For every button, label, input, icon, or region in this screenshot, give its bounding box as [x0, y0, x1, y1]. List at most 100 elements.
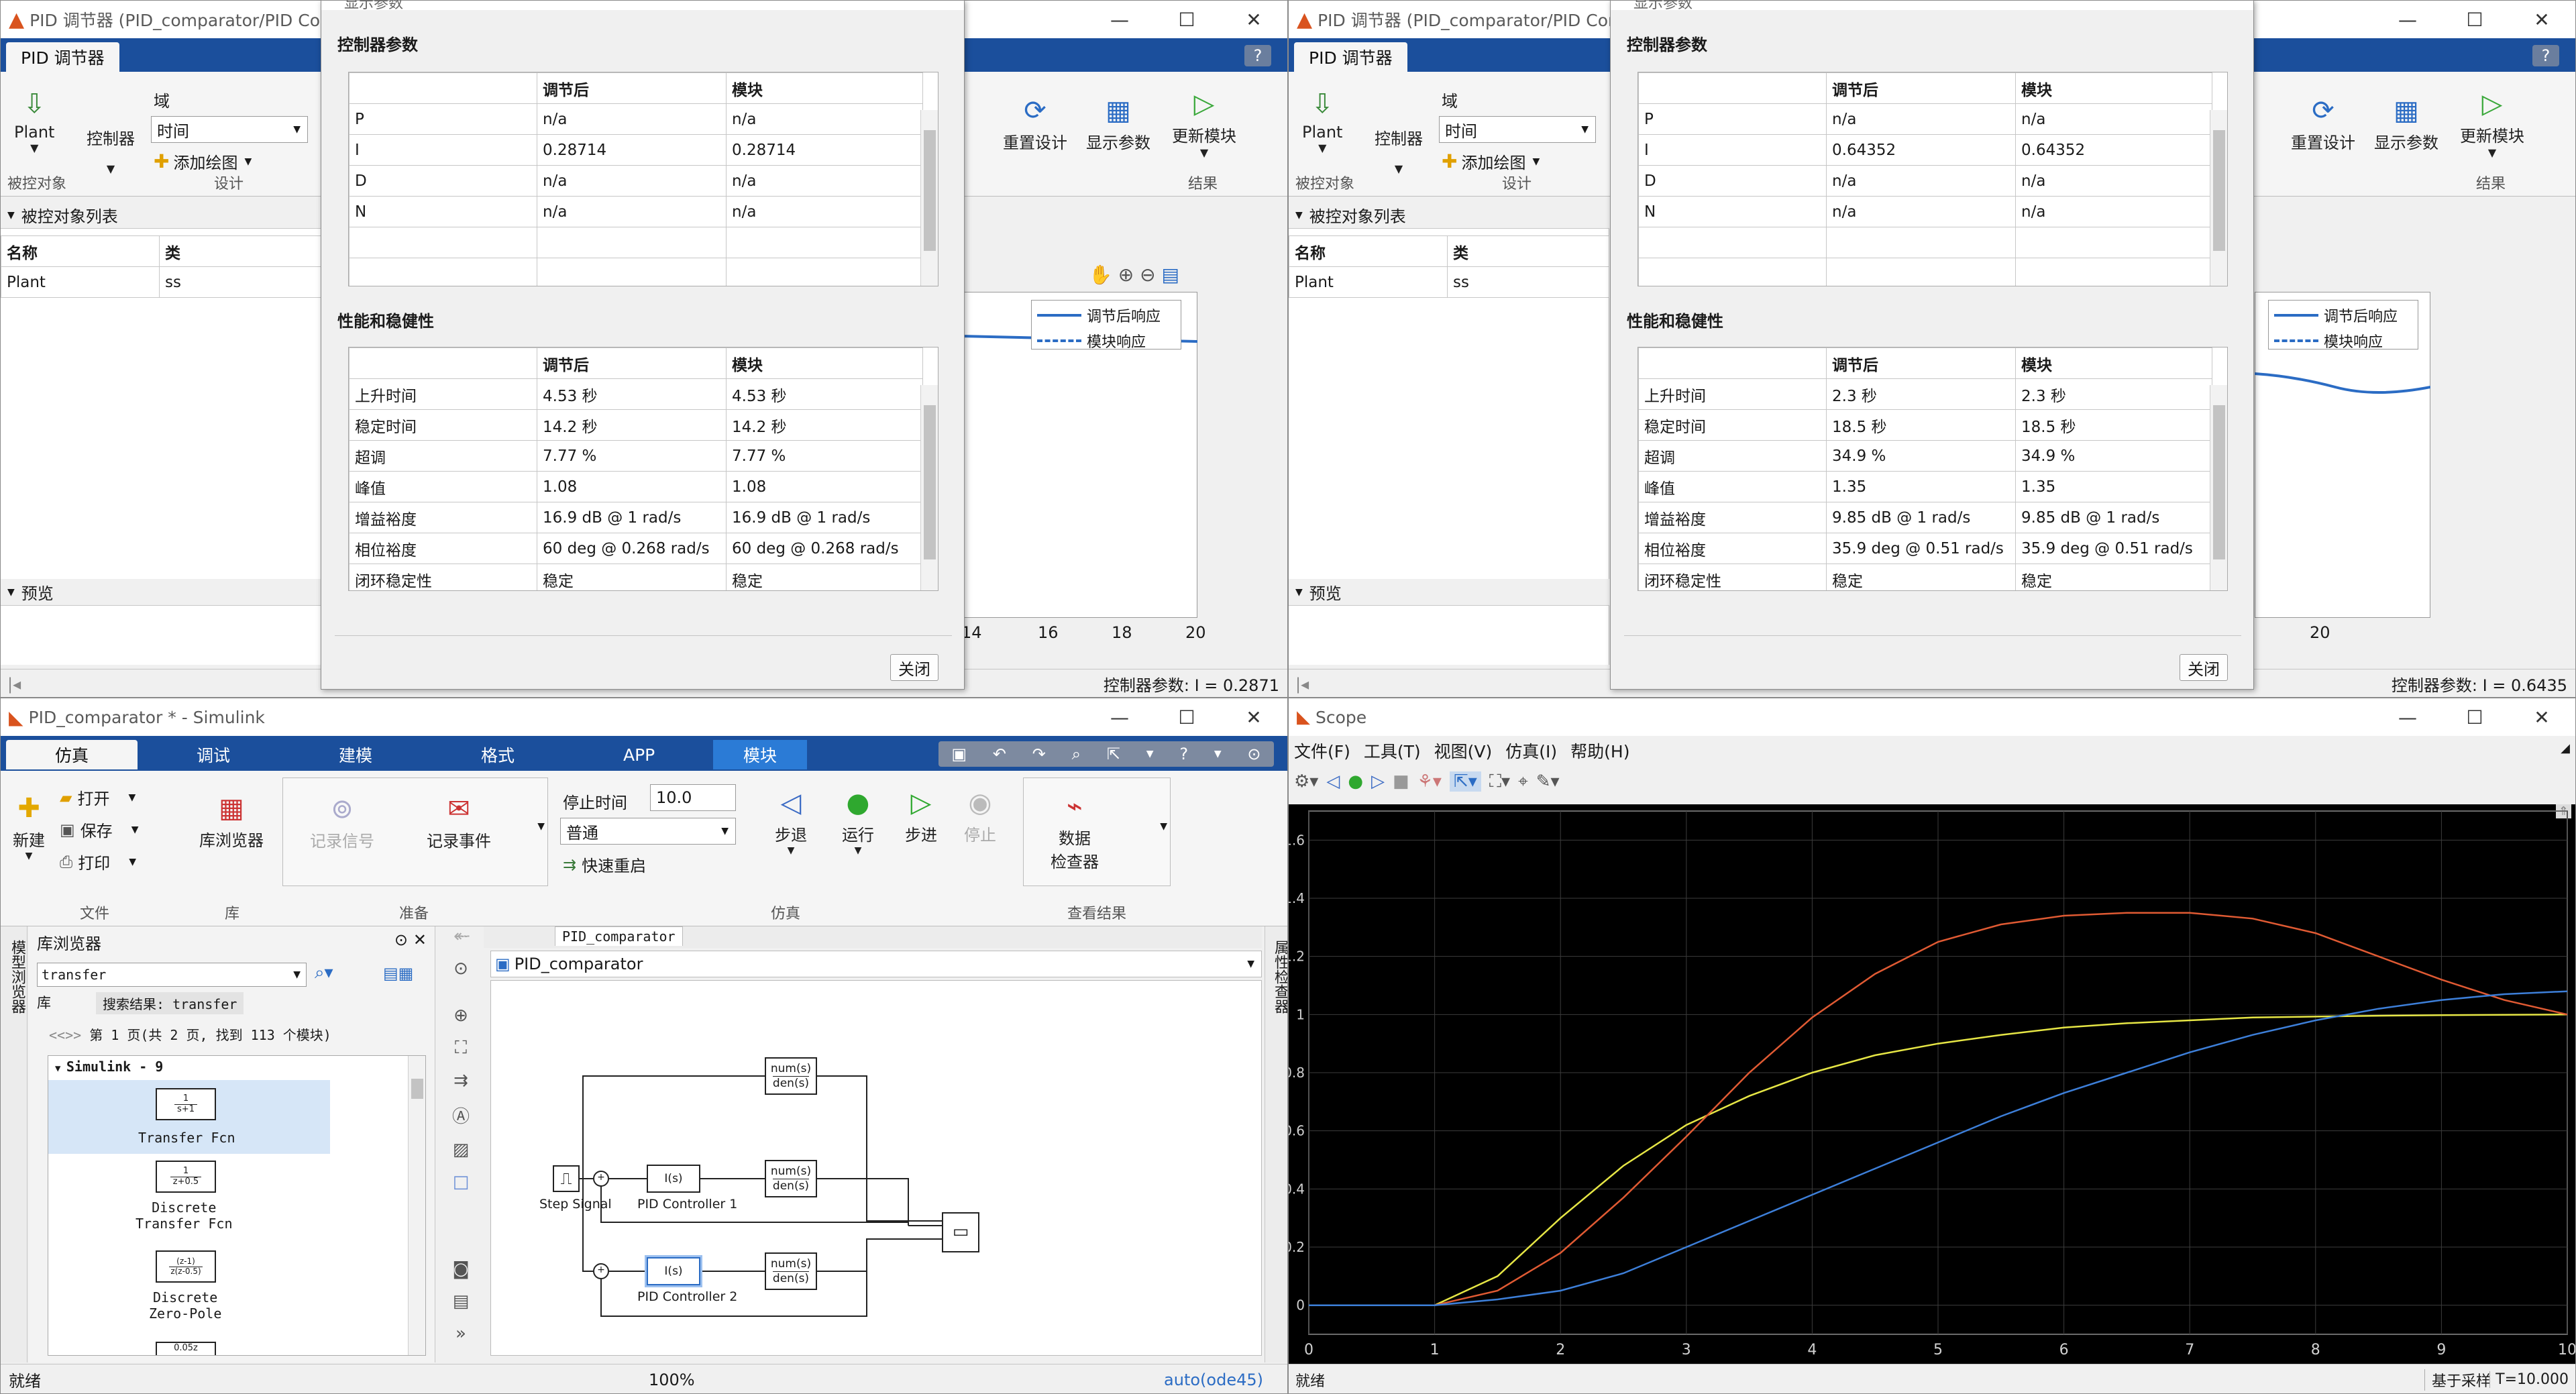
scroll-thumb[interactable]: [2213, 130, 2225, 251]
help-icon[interactable]: ?: [1244, 45, 1271, 66]
dock-arrow-icon[interactable]: ◢: [2561, 741, 2570, 755]
run-icon[interactable]: ●: [1348, 771, 1363, 792]
panel-menu-icon[interactable]: ⊙: [394, 930, 408, 949]
controller-button[interactable]: 控制器 ▼: [1375, 125, 1423, 175]
tab-modeling[interactable]: 建模: [324, 740, 387, 769]
image-icon[interactable]: ▨: [453, 1140, 470, 1160]
vertical-scrollbar[interactable]: [2210, 110, 2227, 286]
pager-nav-icon[interactable]: <<>>: [49, 1027, 81, 1043]
help-icon[interactable]: ?: [1179, 745, 1188, 763]
search-icon[interactable]: ⌕: [1072, 745, 1081, 763]
stop-icon[interactable]: ■: [1393, 771, 1409, 792]
redo-icon[interactable]: ↷: [1032, 745, 1046, 763]
add-plot-button[interactable]: ✚ 添加绘图 ▼: [154, 150, 252, 173]
scroll-left-icon[interactable]: |◂: [7, 675, 21, 694]
data-tips-icon[interactable]: ▤: [1162, 264, 1179, 286]
screenshot-icon[interactable]: ◙: [452, 1259, 469, 1279]
solver-label[interactable]: auto(ode45): [1164, 1371, 1263, 1389]
plant-tf-block-1[interactable]: num(s) den(s): [765, 1057, 817, 1095]
save-icon[interactable]: ▣: [951, 745, 967, 763]
tab-format[interactable]: 格式: [466, 740, 529, 769]
plant-list-header[interactable]: ▼ 被控对象列表: [1, 202, 321, 229]
scale-icon[interactable]: ⛶▾: [1489, 771, 1510, 792]
undo-icon[interactable]: ↶: [993, 745, 1006, 763]
scroll-thumb[interactable]: [924, 405, 936, 559]
plant-tf-block-3[interactable]: num(s) den(s): [765, 1252, 817, 1290]
close-window-button[interactable]: ✕: [2508, 698, 2575, 736]
zoom-icon[interactable]: ⊕: [453, 1006, 468, 1026]
maximize-button[interactable]: ☐: [1153, 698, 1220, 736]
pan-icon[interactable]: ✋: [1089, 264, 1112, 286]
library-search-input[interactable]: transfer ▼: [37, 963, 307, 987]
doc-tab[interactable]: PID_comparator: [555, 926, 683, 946]
tab-simulation[interactable]: 仿真: [6, 740, 138, 769]
close-window-button[interactable]: ✕: [2508, 1, 2575, 38]
maximize-button[interactable]: ☐: [2441, 1, 2508, 38]
help-icon[interactable]: ?: [2532, 45, 2559, 66]
plant-button[interactable]: ⇩ Plant ▼: [1302, 85, 1342, 154]
zoom-out-icon[interactable]: ⊖: [1140, 264, 1155, 286]
controller-button[interactable]: 控制器 ▼: [87, 125, 135, 175]
menu-file[interactable]: 文件(F): [1294, 739, 1350, 763]
tab-debug[interactable]: 调试: [182, 740, 245, 769]
collapse-ribbon-icon[interactable]: ⊙: [1247, 745, 1260, 763]
vertical-scrollbar[interactable]: [920, 385, 938, 590]
minimize-button[interactable]: —: [2374, 1, 2441, 38]
gallery-expand-icon[interactable]: ▼: [1160, 821, 1167, 832]
chevron-down-icon[interactable]: ▼: [1214, 749, 1222, 759]
expand-icon[interactable]: »: [455, 1324, 466, 1344]
step-forward-icon[interactable]: ▷: [1371, 771, 1385, 792]
tab-apps[interactable]: APP: [608, 740, 669, 769]
data-inspector-button[interactable]: ⌁ 数据 检查器: [1051, 788, 1099, 872]
minimize-button[interactable]: —: [1086, 1, 1153, 38]
plant-tf-block-2[interactable]: num(s) den(s): [765, 1160, 817, 1197]
measure-icon[interactable]: ✎▾: [1536, 771, 1560, 792]
settings-icon[interactable]: ⚙▾: [1294, 771, 1318, 792]
list-item[interactable]: 1 z+0.5 Discrete Transfer Fcn: [48, 1157, 330, 1244]
minimize-button[interactable]: —: [2374, 698, 2441, 736]
stop-time-input[interactable]: 10.0: [650, 784, 736, 811]
model-browser-side-tab[interactable]: 模型浏览器: [1, 926, 28, 1362]
zoom-in-icon[interactable]: ⊕: [1118, 264, 1134, 286]
tab-pid-tuner[interactable]: PID 调节器: [1294, 42, 1407, 72]
scope-block[interactable]: ▭: [942, 1212, 979, 1252]
stop-button[interactable]: ◉ 停止: [961, 784, 999, 845]
breadcrumb[interactable]: ▣ PID_comparator ▼: [490, 951, 1262, 977]
domain-dropdown[interactable]: 时间 ▼: [151, 116, 308, 143]
menu-tools[interactable]: 工具(T): [1364, 739, 1421, 763]
highlight-icon[interactable]: ⚘▾: [1417, 771, 1442, 792]
new-button[interactable]: ✚ 新建 ▼: [10, 790, 48, 861]
close-dialog-button[interactable]: 关闭: [2180, 654, 2228, 681]
hide-browser-icon[interactable]: ⊙: [453, 959, 468, 979]
update-block-button[interactable]: ▷ 更新模块 ▼: [2460, 85, 2524, 159]
search-icon[interactable]: ⌕▾: [315, 963, 333, 983]
run-button[interactable]: ● 运行 ▼: [839, 784, 877, 856]
table-row[interactable]: Plant ss: [1, 266, 321, 298]
scroll-thumb[interactable]: [411, 1079, 423, 1099]
close-window-button[interactable]: ✕: [1220, 698, 1287, 736]
close-dialog-button[interactable]: 关闭: [890, 654, 938, 681]
log-events-button[interactable]: ✉ 记录事件: [427, 790, 491, 851]
update-block-button[interactable]: ▷ 更新模块 ▼: [1172, 85, 1236, 159]
property-inspector-side-tab[interactable]: 属性检查器: [1265, 926, 1287, 1362]
cursor-icon[interactable]: ⌖: [1518, 771, 1528, 792]
vertical-scrollbar[interactable]: [920, 110, 938, 286]
step-back-button[interactable]: ◁ 步退 ▼: [772, 784, 810, 856]
list-item[interactable]: 1 s+1 Transfer Fcn: [48, 1080, 330, 1154]
list-item[interactable]: 0.05z: [48, 1342, 330, 1355]
zoom-icon[interactable]: ⇱▾: [1449, 771, 1481, 792]
save-button[interactable]: ▣ 保存 ▼: [60, 818, 138, 841]
arrow-icon[interactable]: ⇉: [453, 1071, 468, 1091]
show-params-button[interactable]: ▦ 显示参数: [1086, 92, 1150, 153]
menu-view[interactable]: 视图(V): [1434, 739, 1493, 763]
library-tab[interactable]: 库: [37, 992, 51, 1012]
diagram-canvas[interactable]: ⎍ Step Signal + + I(s) PID Controller 1 …: [490, 980, 1262, 1356]
view-options-icon[interactable]: ▤▦: [383, 964, 413, 983]
minimize-button[interactable]: —: [1086, 698, 1153, 736]
area-icon[interactable]: □: [453, 1172, 470, 1192]
list-item[interactable]: (z-1) z(z-0.5) Discrete Zero-Pole: [48, 1250, 330, 1338]
navigate-icon[interactable]: ⇱: [1107, 745, 1120, 763]
sum-block-1[interactable]: +: [593, 1171, 609, 1187]
step-back-icon[interactable]: ◁: [1326, 771, 1340, 792]
vertical-scrollbar[interactable]: [2210, 385, 2227, 590]
